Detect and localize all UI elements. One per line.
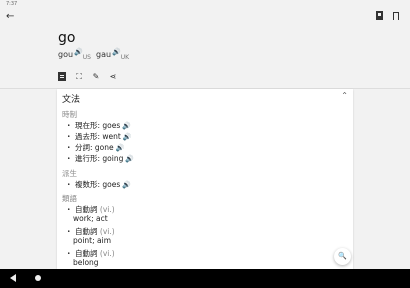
headword: go [58, 30, 76, 46]
bullet: ・ [65, 154, 73, 163]
speaker-icon[interactable]: 🔊 [122, 122, 131, 130]
nav-home-icon[interactable] [35, 275, 41, 281]
list-item: ・現在形: goes 🔊 [65, 121, 132, 130]
list-item: ・過去形: went 🔊 [65, 132, 132, 141]
speaker-icon[interactable]: 🔊 [74, 48, 83, 56]
speaker-icon[interactable]: 🔊 [112, 48, 121, 56]
grammar-card: 文法 ⌃ 時制 ・現在形: goes 🔊 ・過去形: went 🔊 ・分詞: gon… [57, 89, 353, 269]
bookmark-outline-icon[interactable] [393, 12, 399, 20]
section-derivation: 派生 [62, 169, 77, 178]
expand-icon[interactable]: ⛶ [75, 72, 83, 81]
bullet: ・ [65, 180, 73, 189]
nav-back-icon[interactable] [10, 274, 16, 282]
entry-toolbar: ⛶ ✎ ⋖ [58, 72, 117, 81]
region-uk: UK [120, 54, 130, 61]
status-bar: 7:37 [0, 0, 410, 8]
list-item: ・複数形: goes 🔊 [65, 180, 132, 189]
pronunciation-uk[interactable]: gau🔊UK [96, 48, 130, 61]
synonym-gloss: belong [73, 258, 99, 267]
pron-us-text: gou [58, 50, 74, 59]
search-icon[interactable]: 🔍 [334, 248, 351, 265]
section-synonyms: 類語 [62, 194, 77, 203]
card-title: 文法 [62, 95, 81, 105]
speaker-icon[interactable]: 🔊 [125, 155, 134, 163]
navigation-bar [0, 269, 410, 288]
speaker-icon[interactable]: 🔊 [116, 144, 125, 152]
status-time: 7:37 [6, 1, 18, 7]
back-arrow-icon[interactable]: ← [6, 11, 14, 22]
share-icon[interactable]: ⋖ [109, 72, 117, 81]
entry-header: go gou🔊US gau🔊UK ⛶ ✎ ⋖ [0, 28, 410, 88]
synonym-gloss: work; act [73, 214, 108, 223]
pron-uk-text: gau [96, 50, 112, 59]
list-item: ・分詞: gone 🔊 [65, 143, 125, 152]
bookmark-filled-icon[interactable] [376, 11, 383, 20]
synonym-gloss: point; aim [73, 236, 112, 245]
section-conjugation: 時制 [62, 110, 77, 119]
pronunciation-us[interactable]: gou🔊US [58, 48, 91, 61]
note-icon[interactable]: ✎ [92, 72, 100, 81]
app-bar: ← [0, 8, 410, 28]
bullet: ・ [65, 143, 73, 152]
bullet: ・ [65, 121, 73, 130]
list-item: ・進行形: going 🔊 [65, 154, 135, 163]
speaker-icon[interactable]: 🔊 [122, 181, 131, 189]
region-us: US [82, 54, 91, 61]
document-icon[interactable] [58, 72, 66, 81]
bullet: ・ [65, 132, 73, 141]
speaker-icon[interactable]: 🔊 [123, 133, 132, 141]
chevron-up-icon[interactable]: ⌃ [341, 91, 348, 100]
